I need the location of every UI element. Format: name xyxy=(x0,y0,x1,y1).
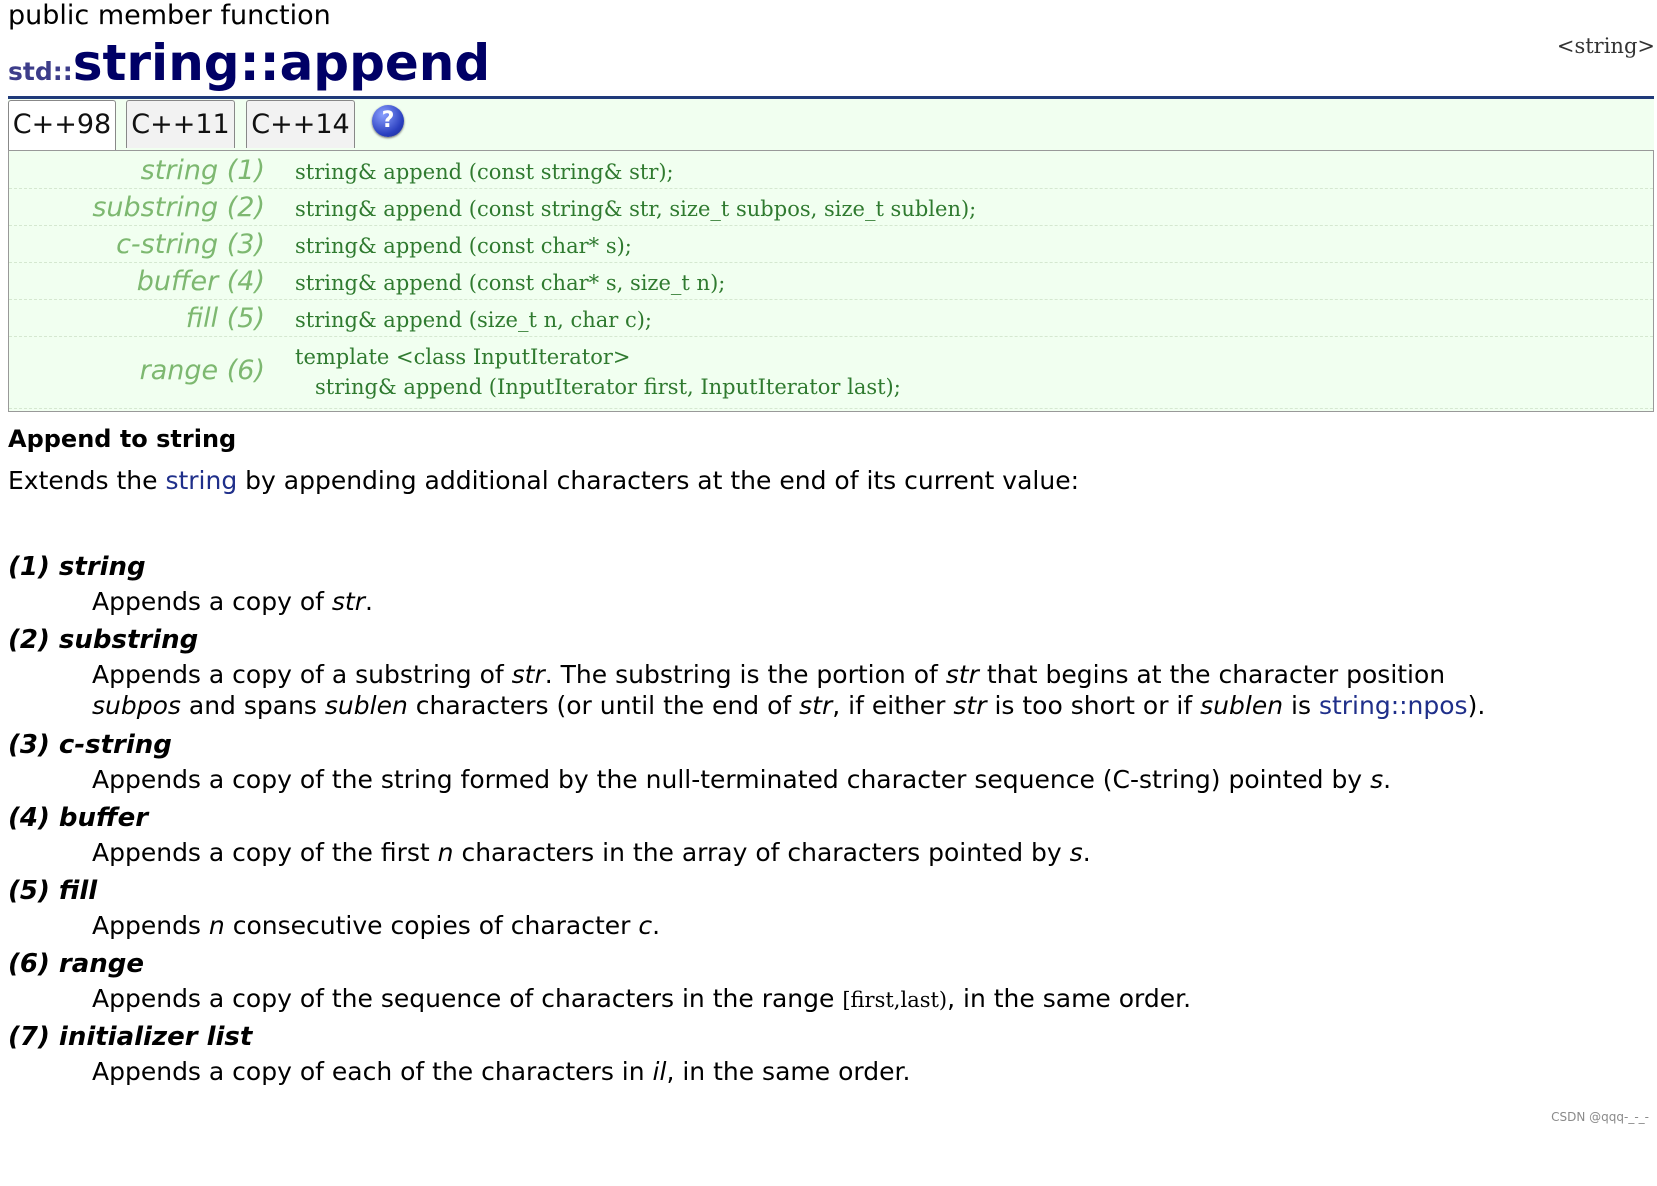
desc-substring-line2: subpos and spans sublen characters (or u… xyxy=(92,690,1485,721)
desc-text: characters in the array of characters po… xyxy=(453,838,1070,867)
param-name: str xyxy=(953,691,987,720)
prototype-label: buffer (4) xyxy=(136,266,265,297)
prototype-code: string& append (size_t n, char c); xyxy=(295,308,652,332)
param-name: str xyxy=(511,660,545,689)
help-icon[interactable]: ? xyxy=(372,105,404,137)
tab-cpp98[interactable]: C++98 xyxy=(8,100,116,151)
prototypes-box: string (1) string& append (const string&… xyxy=(8,150,1654,412)
desc-text: , in the same order. xyxy=(666,1057,911,1086)
term-fill: (5) fill xyxy=(8,876,98,906)
param-name: c xyxy=(638,911,653,940)
param-name: str xyxy=(799,691,833,720)
param-name: s xyxy=(1370,765,1384,794)
desc-initializer-list: Appends a copy of each of the characters… xyxy=(92,1056,910,1087)
param-name: subpos xyxy=(92,691,181,720)
param-name: s xyxy=(1069,838,1083,867)
prototype-code: template <class InputIterator> xyxy=(295,345,631,369)
intro-text: by appending additional characters at th… xyxy=(237,466,1079,495)
prototype-label: range (6) xyxy=(139,355,265,386)
prototype-label: c-string (3) xyxy=(116,229,265,260)
section-title: Append to string xyxy=(8,425,237,453)
intro-text: Extends the xyxy=(8,466,166,495)
desc-substring-line1: Appends a copy of a substring of str. Th… xyxy=(92,659,1445,690)
npos-link[interactable]: string::npos xyxy=(1319,691,1468,720)
term-range: (6) range xyxy=(8,949,145,979)
desc-text: , in the same order. xyxy=(947,984,1192,1013)
prototype-label: string (1) xyxy=(140,155,265,186)
desc-text: Appends a copy of each of the characters… xyxy=(92,1057,653,1086)
page-title: std::string::append xyxy=(8,34,490,92)
prototype-code: string& append (InputIterator first, Inp… xyxy=(295,375,901,399)
prototype-row: range (6) template <class InputIterator>… xyxy=(9,336,1653,409)
desc-buffer: Appends a copy of the first n characters… xyxy=(92,837,1091,868)
prototype-row: fill (5) string& append (size_t n, char … xyxy=(9,299,1653,337)
desc-text: Appends a copy of the string formed by t… xyxy=(92,765,1371,794)
function-name: string::append xyxy=(72,34,491,92)
desc-text: . xyxy=(1082,838,1091,867)
member-kind: public member function xyxy=(8,0,331,31)
watermark: CSDN @qqq-_-_- xyxy=(1551,1110,1649,1124)
term-c-string: (3) c-string xyxy=(8,730,172,760)
prototype-code: string& append (const char* s, size_t n)… xyxy=(295,271,726,295)
desc-text: is too short or if xyxy=(986,691,1201,720)
prototype-row: substring (2) string& append (const stri… xyxy=(9,188,1653,226)
prototype-row: buffer (4) string& append (const char* s… xyxy=(9,262,1653,300)
desc-text: Appends a copy of a substring of xyxy=(92,660,512,689)
param-name: sublen xyxy=(324,691,408,720)
term-substring: (2) substring xyxy=(8,625,199,655)
desc-c-string: Appends a copy of the string formed by t… xyxy=(92,764,1391,795)
desc-text: . xyxy=(1383,765,1392,794)
param-name: str xyxy=(331,587,365,616)
desc-text: characters (or until the end of xyxy=(407,691,800,720)
desc-range: Appends a copy of the sequence of charac… xyxy=(92,983,1191,1016)
desc-text: consecutive copies of character xyxy=(224,911,639,940)
term-initializer-list: (7) initializer list xyxy=(8,1022,253,1052)
prototype-row: c-string (3) string& append (const char*… xyxy=(9,225,1653,263)
param-name: sublen xyxy=(1200,691,1284,720)
desc-text: that begins at the character position xyxy=(978,660,1446,689)
desc-text: . xyxy=(652,911,661,940)
prototype-code: string& append (const string& str); xyxy=(295,160,674,184)
desc-text: Appends a copy of xyxy=(92,587,332,616)
desc-text: and spans xyxy=(180,691,325,720)
param-name: str xyxy=(945,660,979,689)
desc-text: Appends a copy of the sequence of charac… xyxy=(92,984,843,1013)
desc-fill: Appends n consecutive copies of characte… xyxy=(92,910,660,941)
prototype-code: string& append (const char* s); xyxy=(295,234,632,258)
namespace-prefix: std:: xyxy=(8,57,73,86)
desc-text: , if either xyxy=(832,691,954,720)
prototype-label: substring (2) xyxy=(92,192,265,223)
desc-text: ). xyxy=(1467,691,1486,720)
desc-text: Appends xyxy=(92,911,209,940)
param-name: n xyxy=(437,838,454,867)
tab-cpp11[interactable]: C++11 xyxy=(126,100,235,148)
term-string: (1) string xyxy=(8,552,146,582)
prototype-row: string (1) string& append (const string&… xyxy=(9,151,1653,189)
prototype-code: string& append (const string& str, size_… xyxy=(295,197,977,221)
intro-paragraph: Extends the string by appending addition… xyxy=(8,466,1079,495)
desc-text: . The substring is the portion of xyxy=(544,660,946,689)
desc-text: Appends a copy of the first xyxy=(92,838,438,867)
param-name: il xyxy=(652,1057,667,1086)
version-tabs-bar: C++98 C++11 C++14 ? xyxy=(8,99,1654,151)
desc-text: is xyxy=(1283,691,1319,720)
string-link[interactable]: string xyxy=(165,466,237,495)
tab-cpp14[interactable]: C++14 xyxy=(246,100,355,148)
desc-text: . xyxy=(364,587,373,616)
prototype-label: fill (5) xyxy=(185,303,265,334)
range-code: [first,last) xyxy=(842,988,948,1012)
param-name: n xyxy=(208,911,225,940)
term-buffer: (4) buffer xyxy=(8,803,149,833)
desc-string: Appends a copy of str. xyxy=(92,586,373,617)
header-file-link[interactable]: <string> xyxy=(1557,34,1655,58)
